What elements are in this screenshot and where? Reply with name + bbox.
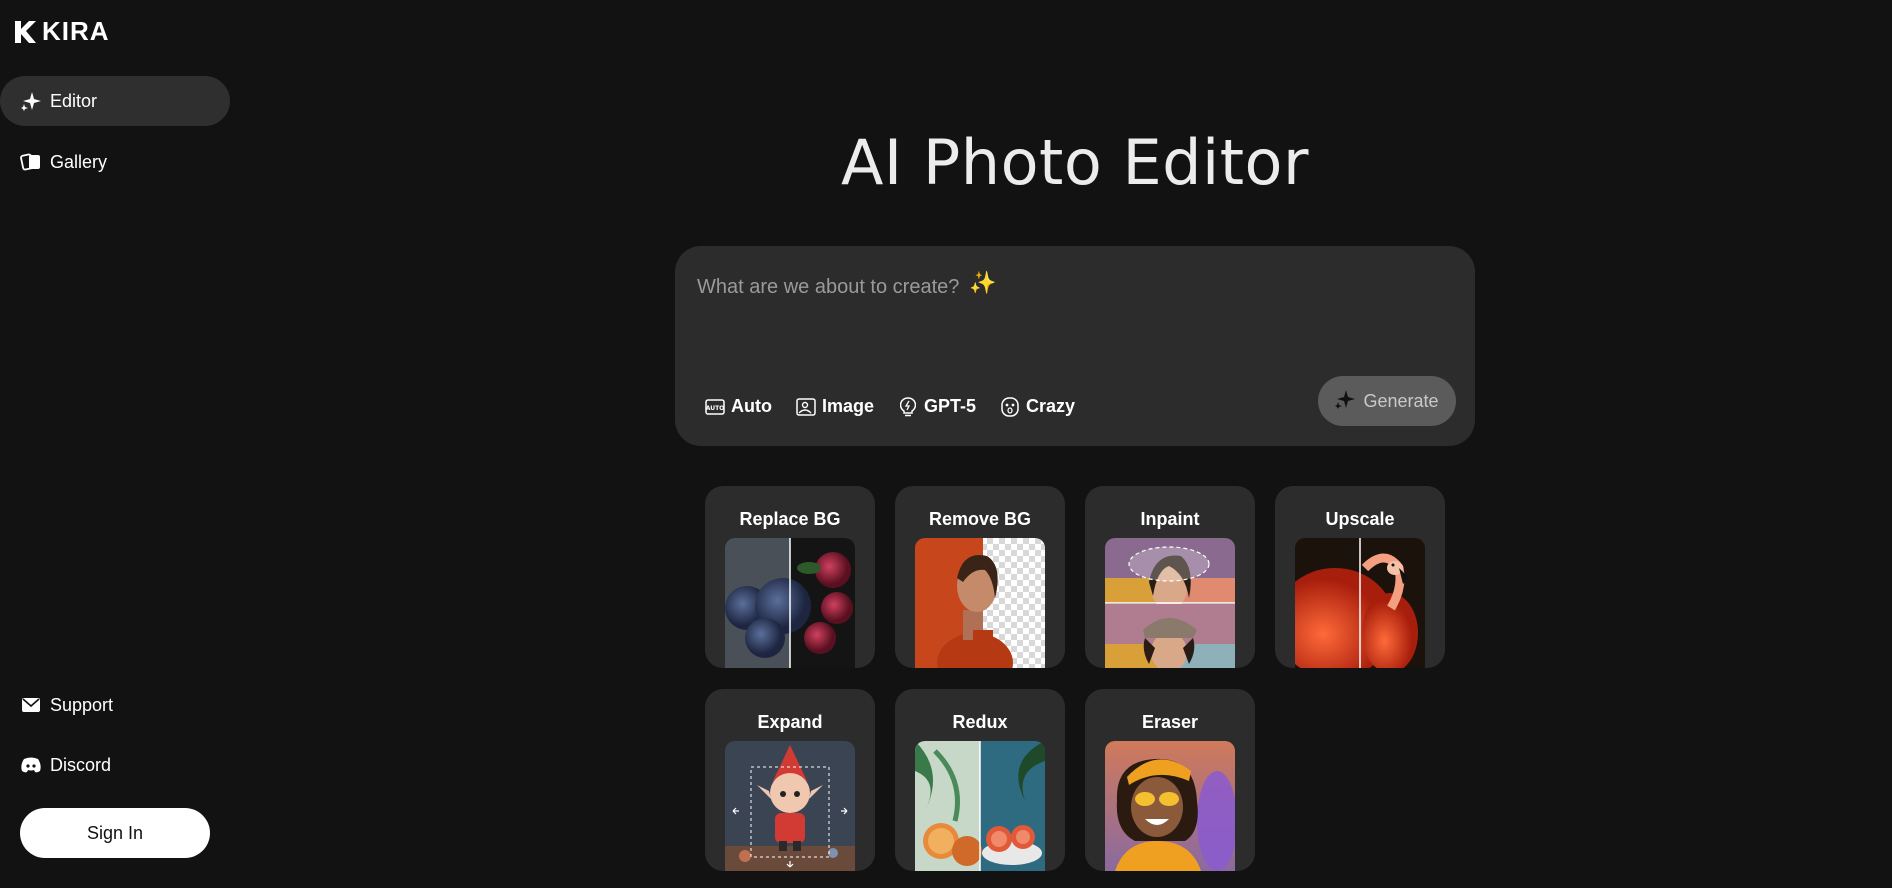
sidebar-item-label: Discord [50, 754, 112, 775]
tool-preview-image [915, 538, 1045, 668]
tool-upscale[interactable]: Upscale [1275, 486, 1445, 668]
image-icon [796, 397, 816, 417]
tool-label: Redux [952, 712, 1008, 732]
tool-expand[interactable]: Expand [705, 689, 875, 871]
gallery-icon [20, 151, 42, 173]
sidebar-item-discord[interactable]: Discord [0, 740, 230, 790]
sidebar-item-editor[interactable]: Editor [0, 76, 230, 126]
tool-inpaint[interactable]: Inpaint [1085, 486, 1255, 668]
tool-redux[interactable]: Redux [895, 689, 1065, 871]
tool-label: Inpaint [1140, 509, 1200, 529]
tool-preview-image [915, 741, 1045, 871]
page-title: AI Photo Editor [841, 126, 1309, 199]
tool-remove-bg[interactable]: Remove BG [895, 486, 1065, 668]
tool-replace-bg[interactable]: Replace BG [705, 486, 875, 668]
brand-name: KIRA [42, 16, 110, 46]
sparkle-icon [20, 90, 42, 112]
generate-button[interactable]: Generate [1318, 376, 1456, 426]
sparkles-icon: ✨ [969, 270, 997, 295]
option-label: GPT-5 [924, 396, 977, 416]
prompt-options: AUTO Auto Image GPT-5 Crazy [705, 396, 1075, 417]
bulb-icon [898, 396, 918, 417]
option-label: Auto [731, 396, 772, 416]
tool-label: Expand [757, 712, 823, 732]
tool-label: Eraser [1141, 712, 1199, 732]
face-icon [1000, 396, 1020, 417]
tool-preview-image [725, 538, 855, 668]
option-crazy[interactable]: Crazy [1000, 396, 1075, 417]
svg-text:AUTO: AUTO [706, 405, 725, 412]
generate-label: Generate [1363, 390, 1439, 411]
tool-eraser[interactable]: Eraser [1085, 689, 1255, 871]
sidebar-item-label: Support [50, 694, 114, 715]
sidebar-item-label: Editor [50, 90, 98, 111]
tool-preview-image [1105, 538, 1235, 668]
option-image[interactable]: Image [796, 396, 874, 417]
sidebar-item-support[interactable]: Support [0, 680, 230, 730]
discord-icon [20, 754, 42, 776]
tool-label: Replace BG [739, 509, 841, 529]
tool-preview-image [1105, 741, 1235, 871]
sign-in-button[interactable]: Sign In [20, 808, 210, 858]
tool-label: Upscale [1325, 509, 1395, 529]
brand-logo[interactable]: KIRA [12, 16, 110, 47]
sidebar-item-label: Gallery [50, 151, 108, 172]
option-auto[interactable]: AUTO Auto [705, 396, 772, 417]
mail-icon [20, 694, 42, 716]
tool-preview-image [725, 741, 855, 871]
tool-preview-image [1295, 538, 1425, 668]
prompt-box: ✨ AUTO Auto Image GPT-5 Crazy [675, 246, 1475, 446]
option-label: Crazy [1026, 396, 1076, 416]
prompt-input[interactable] [695, 268, 1299, 306]
auto-icon: AUTO [705, 397, 725, 417]
tool-label: Remove BG [928, 509, 1032, 529]
option-gpt5[interactable]: GPT-5 [898, 396, 976, 417]
kira-logo-icon [15, 20, 36, 43]
sparkle-icon [1335, 389, 1356, 414]
sidebar-item-gallery[interactable]: Gallery [0, 137, 230, 187]
option-label: Image [821, 396, 875, 416]
sidebar: KIRA Editor Gallery Support Discord Sign… [0, 0, 240, 888]
